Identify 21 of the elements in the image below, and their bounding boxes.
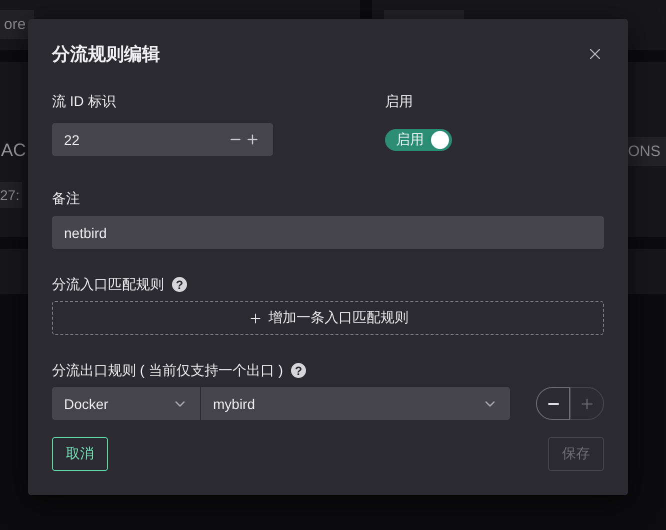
remove-button[interactable] (536, 387, 570, 420)
help-icon[interactable]: ? (291, 363, 306, 378)
field-label: 分流出口规则 ( 当前仅支持一个出口 ) (52, 362, 283, 379)
field-label: 分流入口匹配规则 (52, 276, 164, 293)
cancel-button[interactable]: 取消 (52, 437, 108, 471)
target-select[interactable]: mybird (201, 387, 510, 420)
time-chip: 27: (0, 182, 22, 208)
plus-icon (248, 310, 262, 326)
note-input[interactable]: netbird (52, 216, 604, 249)
field-label: 流 ID 标识 (52, 93, 117, 110)
help-icon[interactable]: ? (172, 277, 187, 292)
add-rule-button[interactable]: 增加一条入口匹配规则 (52, 301, 604, 335)
panel-heading: AC (1, 140, 26, 161)
field-label: 备注 (52, 190, 81, 207)
field-label: 启用 (385, 93, 414, 110)
minus-icon (548, 402, 558, 404)
enable-switch[interactable]: 启用 (385, 129, 452, 151)
plus-icon (579, 396, 595, 412)
type-select[interactable]: Docker (52, 387, 200, 420)
dialog-title: 分流规则编辑 (52, 43, 160, 66)
id-input[interactable]: 22 (52, 123, 273, 156)
